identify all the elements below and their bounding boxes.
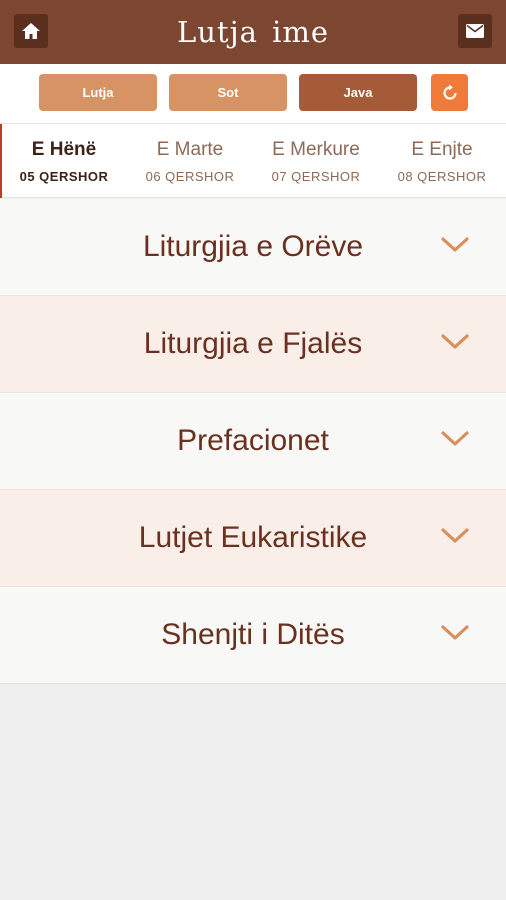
day-date: 06 QERSHOR [145,168,235,184]
section-title: Prefacionet [177,424,329,457]
section-liturgy-of-hours[interactable]: Liturgjia e Orëve [0,199,506,296]
lutja-button[interactable]: Lutja [39,74,157,111]
section-eucharistic-prayers[interactable]: Lutjet Eukaristike [0,490,506,587]
day-date: 05 QERSHOR [19,168,109,184]
section-title: Liturgjia e Orëve [142,230,364,263]
day-name: E Marte [156,138,224,160]
section-prefaces[interactable]: Prefacionet [0,393,506,490]
java-button[interactable]: Java [299,74,417,111]
refresh-button[interactable] [431,74,468,111]
app-title: Lutja ime [176,15,330,49]
app-header: Lutja ime [0,0,506,64]
chevron-down-icon [441,431,469,446]
section-saint-of-day[interactable]: Shenjti i Ditës [0,587,506,684]
day-strip: E Hënë 05 QERSHOR E Marte 06 QERSHOR E M… [0,123,506,198]
day-tab-thursday[interactable]: E Enjte 08 QERSHOR [379,124,505,198]
sot-button[interactable]: Sot [169,74,287,111]
refresh-icon [442,84,457,100]
section-title: Liturgjia e Fjalës [143,327,363,360]
chevron-down-icon [441,237,469,252]
section-list: Liturgjia e Orëve Liturgjia e Fjalës Pre… [0,199,506,684]
day-date: 07 QERSHOR [271,168,361,184]
section-title: Shenjti i Ditës [161,618,345,651]
day-name: E Merkure [272,138,360,160]
day-tab-tuesday[interactable]: E Marte 06 QERSHOR [127,124,253,198]
day-name: E Hënë [31,138,97,160]
mail-icon [466,24,484,38]
chevron-down-icon [441,334,469,349]
home-icon [22,23,40,39]
section-title: Lutjet Eukaristike [138,521,368,554]
home-button[interactable] [14,14,48,48]
chevron-down-icon [441,528,469,543]
toolbar: Lutja Sot Java [0,64,506,123]
chevron-down-icon [441,625,469,640]
day-tab-monday[interactable]: E Hënë 05 QERSHOR [0,124,126,198]
day-name: E Enjte [411,138,473,160]
mail-button[interactable] [458,14,492,48]
day-date: 08 QERSHOR [397,168,487,184]
day-tab-wednesday[interactable]: E Merkure 07 QERSHOR [253,124,379,198]
section-liturgy-of-word[interactable]: Liturgjia e Fjalës [0,296,506,393]
